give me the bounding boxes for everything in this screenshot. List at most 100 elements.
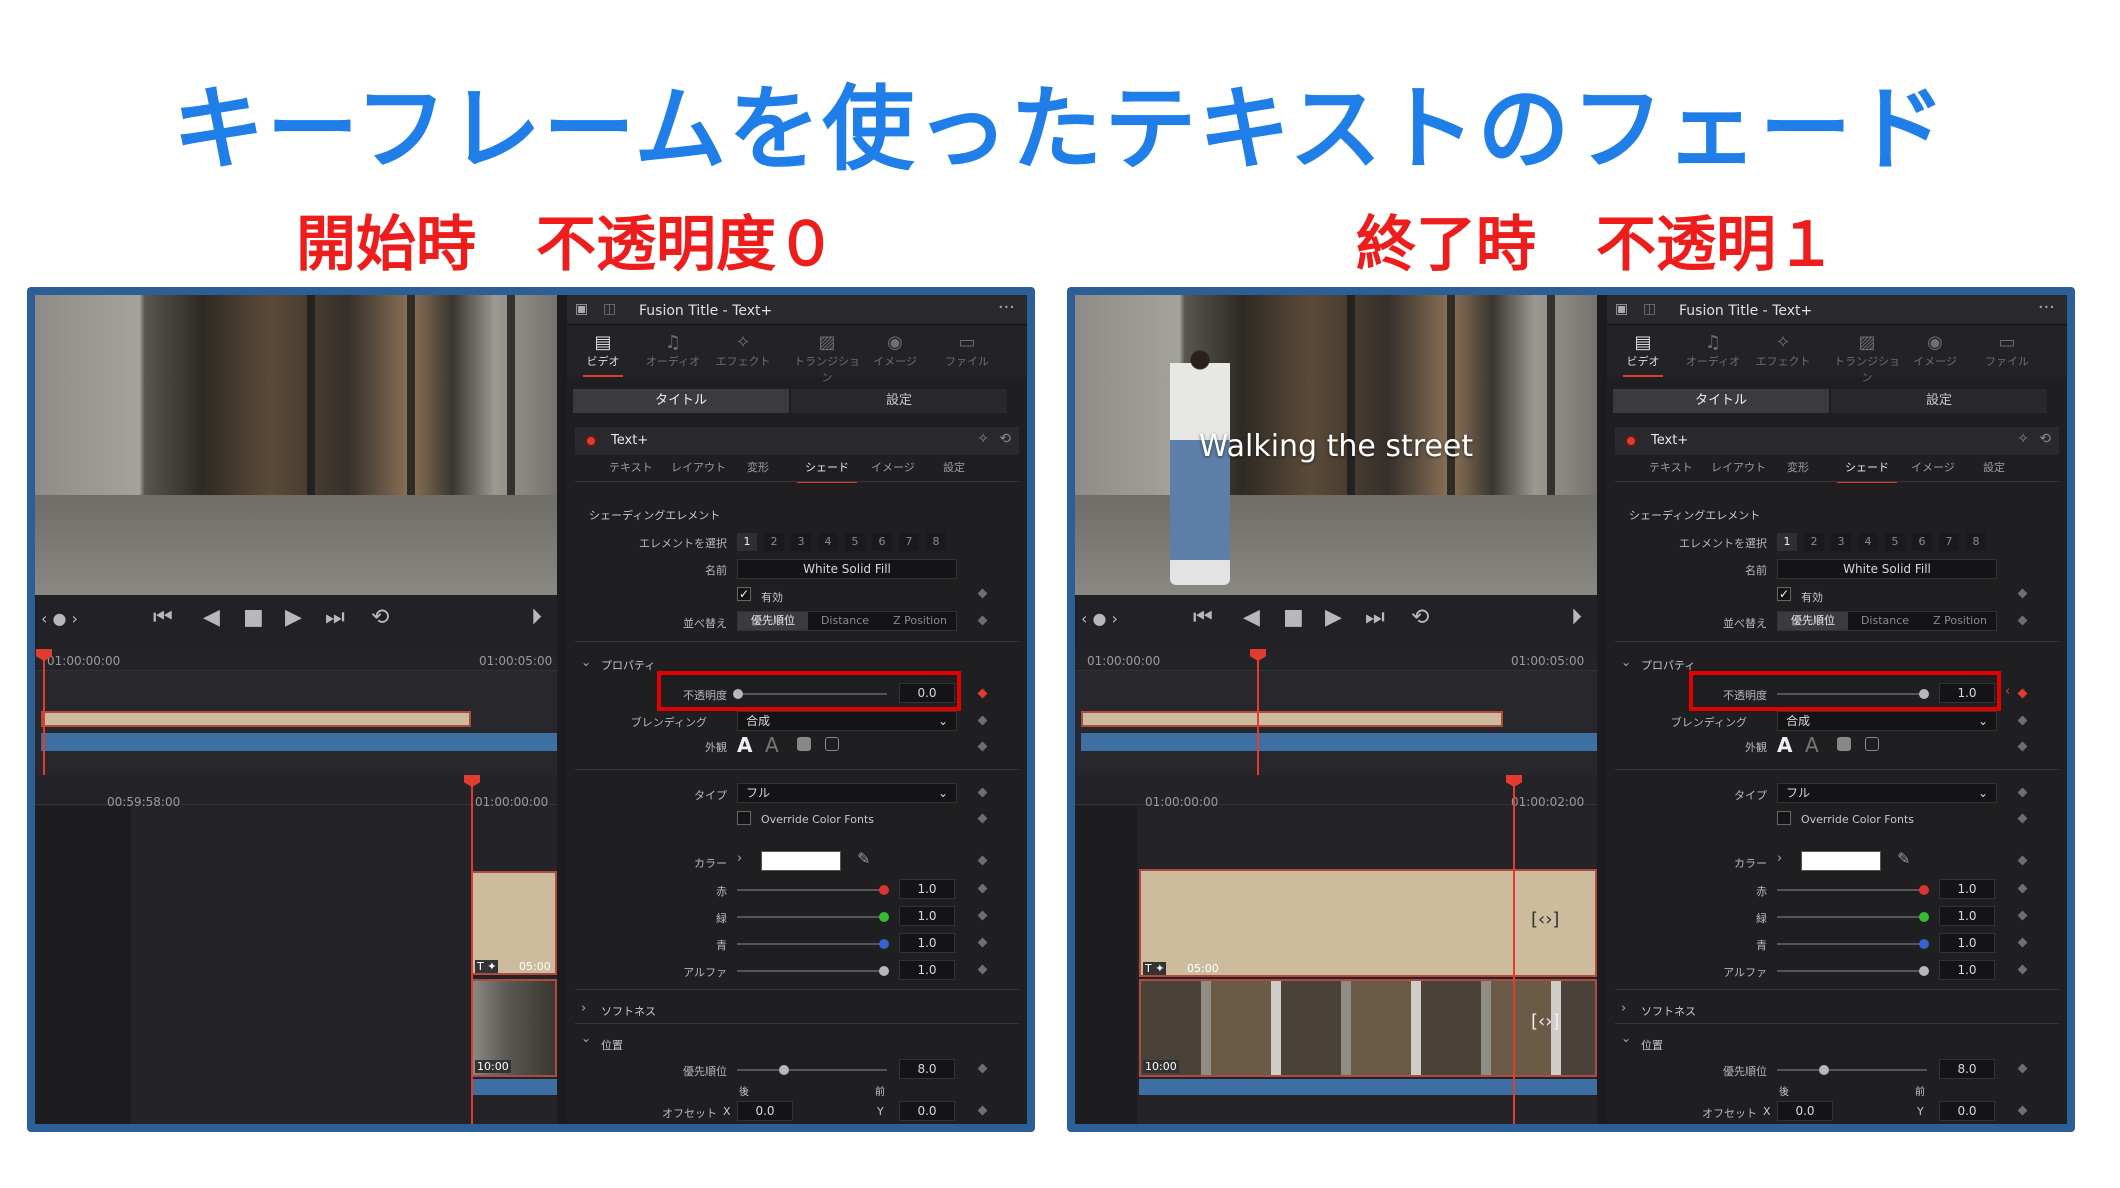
menu-arrow-icon[interactable]: ‹ ● › [41,609,78,628]
seg-settings[interactable]: 設定 [791,389,1007,413]
last-frame-icon[interactable]: ⏵ [531,605,542,630]
keyframe-diamond[interactable] [977,883,988,894]
seg-title[interactable]: タイトル [1613,389,1829,413]
menu-arrow-icon[interactable]: ‹ ● › [1081,609,1118,628]
sort-segmented[interactable]: 優先順位 Distance Z Position [1777,611,1997,631]
chevron-down-icon[interactable]: ⌄ [581,655,591,669]
sort-distance[interactable]: Distance [1850,612,1920,630]
element-6[interactable]: 6 [872,533,892,551]
tab-video[interactable]: ▤ ビデオ [1613,333,1673,377]
keyframe-diamond[interactable] [977,588,988,599]
keyframe-diamond[interactable] [2017,937,2028,948]
seg-title[interactable]: タイトル [573,389,789,413]
alpha-knob[interactable] [1919,966,1929,976]
subtab-transform[interactable]: 変形 [747,459,769,475]
red-slider[interactable] [1777,889,1927,891]
element-4[interactable]: 4 [1858,533,1878,551]
keyframe-handle-icon[interactable]: [‹›] [1531,1011,1559,1032]
keyframe-diamond[interactable] [2017,615,2028,626]
subtab-text[interactable]: テキスト [1649,459,1693,475]
title-clip[interactable] [41,711,471,727]
keyframe-timeline[interactable]: 01:00:00:00 01:00:02:00 T ✦ 05:00 [‹›] 1… [1075,775,1597,1124]
magic-icon[interactable]: ✧ [2017,431,2029,447]
keyframe-diamond[interactable] [977,615,988,626]
blue-value[interactable]: 1.0 [899,933,955,953]
chevron-down-icon[interactable]: ⌄ [1621,655,1631,669]
jump-end-icon[interactable]: ⏭ [325,605,345,630]
element-4[interactable]: 4 [818,533,838,551]
blue-value[interactable]: 1.0 [1939,933,1995,953]
more-icon[interactable]: ··· [2038,297,2055,318]
keyframe-diamond[interactable] [2017,741,2028,752]
keyframe-diamond[interactable] [977,787,988,798]
element-8[interactable]: 8 [926,533,946,551]
enable-dot[interactable] [1625,435,1637,447]
textplus-section-header[interactable]: Text+ ✧ ⟲ [575,427,1019,455]
keyframe-diamond[interactable] [2017,715,2028,726]
blue-slider[interactable] [737,943,887,945]
red-slider[interactable] [737,889,887,891]
image-icon[interactable]: ▣ [1615,301,1628,317]
title-clip-large[interactable]: T ✦ 05:00 [‹›] [1139,869,1597,977]
element-5[interactable]: 5 [845,533,865,551]
playhead[interactable] [1257,649,1259,775]
alpha-value[interactable]: 1.0 [899,960,955,980]
alpha-slider[interactable] [737,970,887,972]
keyframe-diamond[interactable] [977,1105,988,1116]
keyframe-diamond-active[interactable] [2017,688,2028,699]
subtab-layout[interactable]: レイアウト [1711,459,1766,475]
priority-value[interactable]: 8.0 [1939,1059,1995,1079]
chevron-right-icon[interactable]: › [1777,851,1782,866]
loop-icon[interactable]: ⟲ [371,605,389,630]
keyframe-diamond[interactable] [977,855,988,866]
subtab-text[interactable]: テキスト [609,459,653,475]
priority-slider[interactable] [737,1069,887,1071]
sort-priority[interactable]: 優先順位 [1778,612,1848,630]
type-dropdown[interactable]: フル ⌄ [737,783,957,803]
blue-knob[interactable] [879,939,889,949]
keyframe-handle-icon[interactable]: [‹›] [1531,909,1559,930]
keyframe-diamond[interactable] [2017,883,2028,894]
keyframe-diamond-active[interactable] [977,688,988,699]
outline-shape-icon[interactable] [825,737,839,751]
tab-file[interactable]: ▭ ファイル [1977,333,2037,369]
offset-y-value[interactable]: 0.0 [899,1101,955,1121]
play-icon[interactable]: ▶ [1325,605,1342,630]
reset-icon[interactable]: ⟲ [2039,431,2051,447]
green-slider[interactable] [737,916,887,918]
alpha-value[interactable]: 1.0 [1939,960,1995,980]
keyframe-diamond[interactable] [977,1063,988,1074]
keyframe-diamond[interactable] [2017,1105,2028,1116]
jump-start-icon[interactable]: ⏮ [1193,605,1213,630]
tab-image[interactable]: ◉ イメージ [865,333,925,369]
keyframe-diamond[interactable] [977,715,988,726]
keyframe-playhead[interactable] [1513,775,1515,1124]
textplus-section-header[interactable]: Text+ ✧ ⟲ [1615,427,2059,455]
outline-shape-icon[interactable] [1865,737,1879,751]
tab-video[interactable]: ▤ ビデオ [573,333,633,377]
keyframe-diamond[interactable] [977,741,988,752]
alpha-slider[interactable] [1777,970,1927,972]
subtab-image[interactable]: イメージ [871,459,915,475]
subtab-shading[interactable]: シェード [797,459,857,483]
keyframe-diamond[interactable] [2017,1063,2028,1074]
stop-icon[interactable]: ■ [1283,605,1304,630]
video-clip[interactable] [1081,733,1597,751]
chevron-down-icon[interactable]: ⌄ [1621,1031,1631,1045]
subtab-settings[interactable]: 設定 [943,459,965,475]
chevron-right-icon[interactable]: › [1621,1001,1626,1016]
tab-audio[interactable]: ♫ オーディオ [1683,333,1743,369]
tab-image[interactable]: ◉ イメージ [1905,333,1965,369]
tab-effects[interactable]: ✧ エフェクト [713,333,773,369]
image-icon[interactable]: ▣ [575,301,588,317]
red-knob[interactable] [1919,885,1929,895]
title-clip-large[interactable]: T ✦ 05:00 [471,871,557,975]
text-outline-icon[interactable]: A [765,733,779,757]
chevron-down-icon[interactable]: ⌄ [581,1031,591,1045]
chevron-right-icon[interactable]: › [737,851,742,866]
green-knob[interactable] [879,912,889,922]
name-field[interactable]: White Solid Fill [1777,559,1997,579]
priority-slider[interactable] [1777,1069,1927,1071]
enabled-checkbox[interactable]: ✓ [1777,587,1791,601]
keyframe-diamond[interactable] [977,964,988,975]
